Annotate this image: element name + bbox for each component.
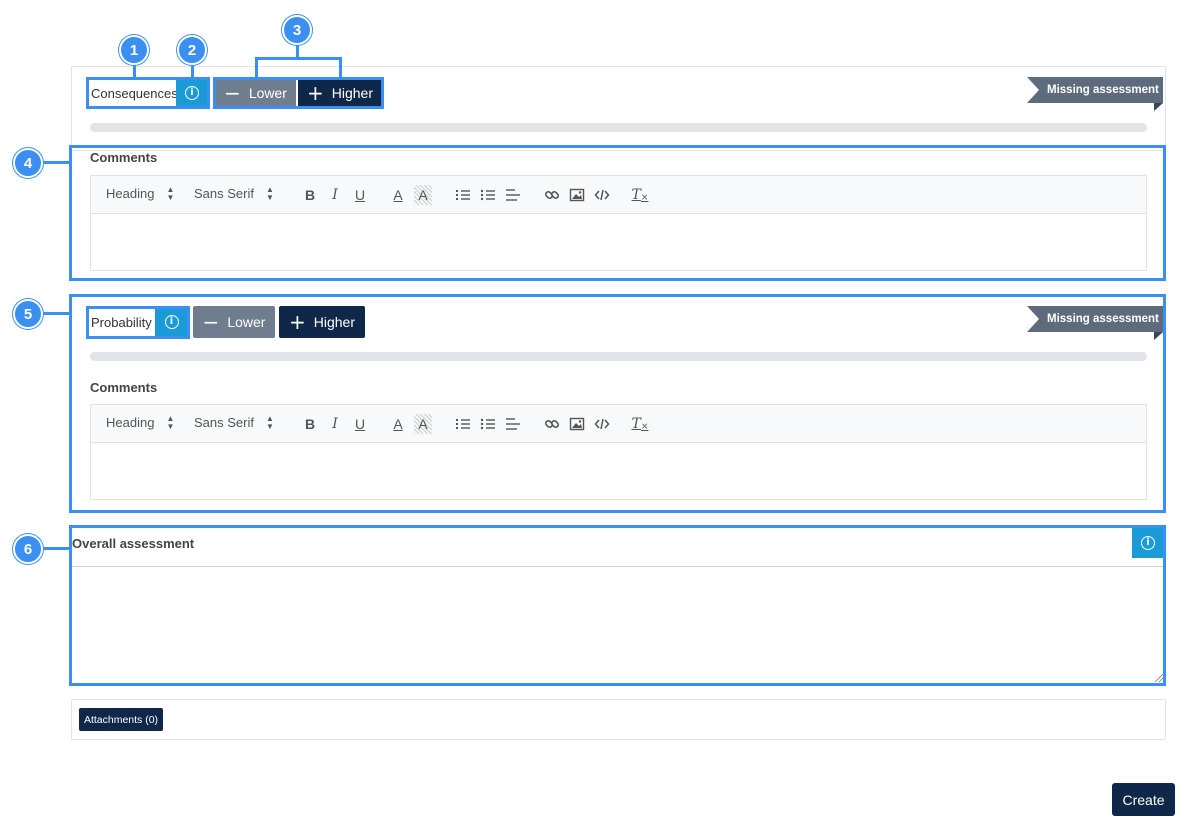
bold-button[interactable]: B [301,414,319,434]
resize-handle-icon[interactable] [1155,674,1163,682]
background-color-button[interactable]: A [414,414,432,434]
consequences-label: Consequences [88,79,178,107]
callout-connector [339,57,342,78]
callout-connector [255,57,342,60]
probability-label-text: Probability [91,314,152,330]
ribbon-fold [1154,332,1163,340]
probability-lower-label: Lower [227,314,266,330]
consequences-lower-button[interactable]: − Lower [215,79,296,107]
info-icon: i [185,86,199,100]
editor-toolbar: Heading ▲ ▼ Sans Serif ▲ ▼ B I U A A T × [91,405,1146,443]
consequences-comments-editor: Heading ▲ ▼ Sans Serif ▲ ▼ B I U A A T × [90,175,1147,271]
consequences-status-ribbon: Missing assessment [1027,77,1163,103]
text-color-button[interactable]: A [389,185,407,205]
probability-higher-button[interactable]: + Higher [279,306,365,338]
consequences-info-button[interactable]: i [176,79,208,107]
font-select-label: Sans Serif [194,186,254,201]
probability-progress-bar [90,352,1147,361]
probability-comments-textarea[interactable] [91,443,1146,499]
overall-assessment-textarea[interactable] [72,566,1164,683]
x-icon: × [640,422,649,432]
attachments-label: Attachments (0) [83,713,159,726]
ordered-list-icon[interactable] [454,185,472,205]
clear-format-button[interactable]: T × [631,414,649,434]
minus-icon: − [224,81,241,105]
probability-status-ribbon: Missing assessment [1027,306,1163,332]
underline-button[interactable]: U [351,185,369,205]
consequences-higher-button[interactable]: + Higher [298,79,382,107]
italic-button[interactable]: I [326,414,344,434]
align-icon[interactable] [504,185,522,205]
consequences-label-text: Consequences [91,85,178,101]
clear-format-button[interactable]: T × [631,185,649,205]
callout-connector [255,57,258,78]
minus-icon: − [202,310,220,334]
underline-button[interactable]: U [351,414,369,434]
callout-connector [40,312,70,315]
font-select[interactable]: Sans Serif ▲ ▼ [194,415,274,430]
info-icon: i [164,315,179,329]
callout-badge-2: 2 [177,35,207,65]
heading-select-label: Heading [106,415,155,430]
updown-icon: ▲ ▼ [265,414,274,431]
link-icon[interactable] [543,185,561,205]
bold-button[interactable]: B [301,185,319,205]
code-icon[interactable] [593,185,611,205]
probability-label: Probability [88,308,155,336]
probability-info-button[interactable]: i [155,308,188,336]
code-icon[interactable] [593,414,611,434]
callout-connector [40,547,70,550]
callout-badge-5: 5 [13,299,43,329]
consequences-progress-bar [90,123,1147,132]
plus-icon: + [288,310,306,334]
consequences-comments-label: Comments [90,150,158,165]
probability-status-text: Missing assessment [1047,313,1159,325]
callout-connector [40,161,70,164]
callout-badge-4: 4 [13,148,43,178]
align-icon[interactable] [504,414,522,434]
editor-toolbar: Heading ▲ ▼ Sans Serif ▲ ▼ B I U A A T × [91,176,1146,214]
plus-icon: + [306,81,324,105]
consequences-status-text: Missing assessment [1047,84,1159,96]
heading-select[interactable]: Heading ▲ ▼ [106,186,174,201]
consequences-higher-label: Higher [331,85,373,101]
font-select-label: Sans Serif [194,415,254,430]
background-color-button[interactable]: A [414,185,432,205]
attachments-card [71,699,1166,740]
updown-icon: ▲ ▼ [166,414,175,431]
bullet-list-icon[interactable] [479,414,497,434]
font-select[interactable]: Sans Serif ▲ ▼ [194,186,274,201]
callout-badge-1: 1 [119,35,149,65]
callout-badge-6: 6 [13,534,43,564]
info-icon: i [1141,536,1155,550]
callout-badge-3: 3 [282,15,312,45]
image-icon[interactable] [568,185,586,205]
ribbon-fold [1154,103,1163,111]
attachments-button[interactable]: Attachments (0) [79,708,163,731]
heading-select-label: Heading [106,186,155,201]
probability-higher-label: Higher [313,314,355,330]
create-label: Create [1122,791,1165,808]
italic-button[interactable]: I [326,185,344,205]
heading-select[interactable]: Heading ▲ ▼ [106,415,174,430]
updown-icon: ▲ ▼ [265,185,274,202]
probability-lower-button[interactable]: − Lower [193,306,275,338]
text-color-button[interactable]: A [389,414,407,434]
probability-comments-editor: Heading ▲ ▼ Sans Serif ▲ ▼ B I U A A T × [90,404,1147,500]
image-icon[interactable] [568,414,586,434]
consequences-comments-textarea[interactable] [91,214,1146,270]
overall-assessment-label: Overall assessment [72,536,195,551]
ordered-list-icon[interactable] [454,414,472,434]
x-icon: × [640,193,649,203]
updown-icon: ▲ ▼ [166,185,175,202]
probability-comments-label: Comments [90,380,158,395]
consequences-lower-label: Lower [248,85,287,101]
overall-info-button[interactable]: i [1132,528,1164,558]
create-button[interactable]: Create [1112,783,1175,816]
bullet-list-icon[interactable] [479,185,497,205]
link-icon[interactable] [543,414,561,434]
